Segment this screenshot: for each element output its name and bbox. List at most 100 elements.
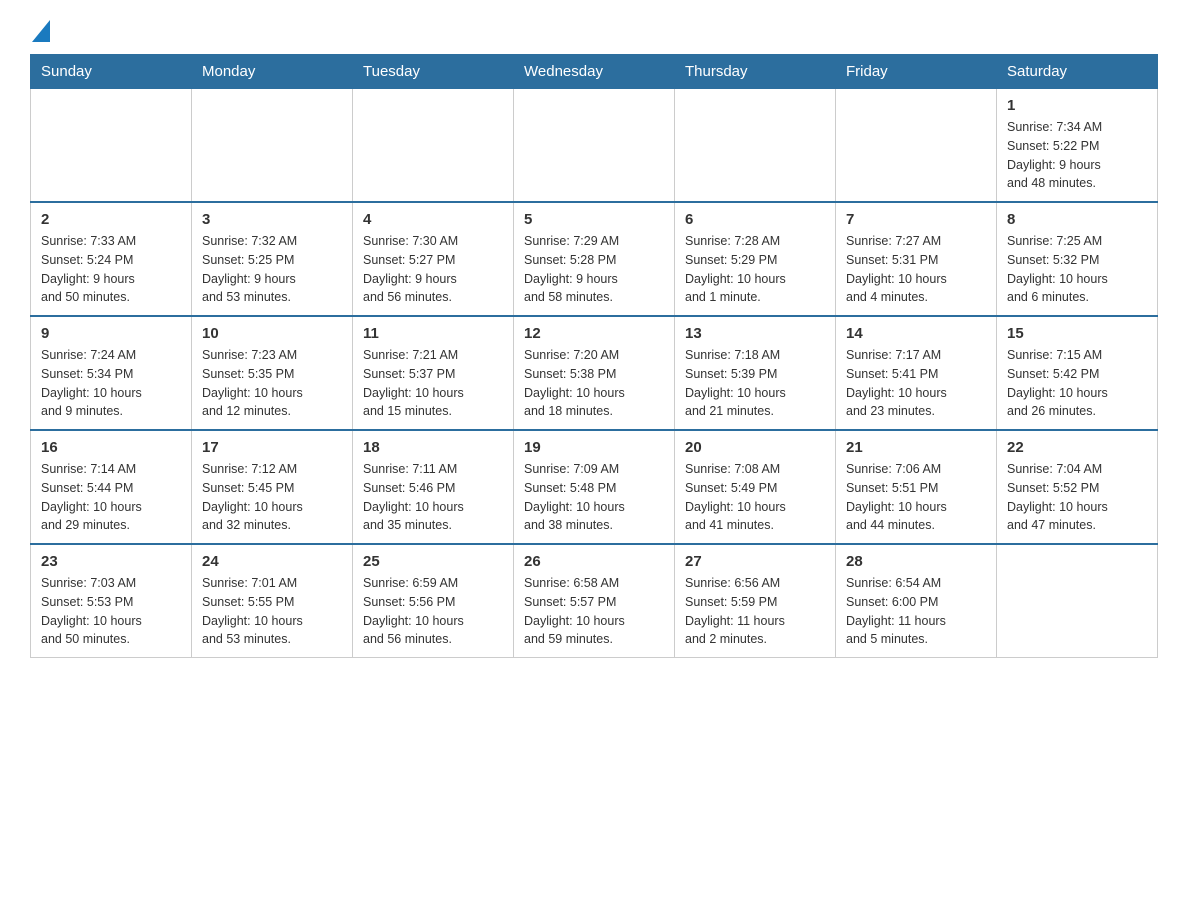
- calendar-cell: 17Sunrise: 7:12 AM Sunset: 5:45 PM Dayli…: [192, 430, 353, 544]
- weekday-header-friday: Friday: [836, 55, 997, 89]
- day-info: Sunrise: 6:58 AM Sunset: 5:57 PM Dayligh…: [524, 574, 664, 649]
- day-number: 23: [41, 553, 181, 570]
- day-info: Sunrise: 6:56 AM Sunset: 5:59 PM Dayligh…: [685, 574, 825, 649]
- day-number: 1: [1007, 97, 1147, 114]
- calendar-cell: 24 Sunrise: 7:01 AM Sunset: 5:55 PM Dayli…: [192, 544, 353, 658]
- day-number: 19: [524, 439, 664, 456]
- day-number: 5: [524, 211, 664, 228]
- calendar-cell: 5 Sunrise: 7:29 AM Sunset: 5:28 PM Daylig…: [514, 202, 675, 316]
- day-info: Sunrise: 7:15 AM Sunset: 5:42 PM Dayligh…: [1007, 346, 1147, 421]
- day-number: 15: [1007, 325, 1147, 342]
- weekday-header-thursday: Thursday: [675, 55, 836, 89]
- day-info: Sunrise: 7:24 AM Sunset: 5:34 PM Dayligh…: [41, 346, 181, 421]
- calendar-cell: 4Sunrise: 7:30 AM Sunset: 5:27 PM Daylig…: [353, 202, 514, 316]
- day-info: Sunrise: 7:14 AM Sunset: 5:44 PM Dayligh…: [41, 460, 181, 535]
- calendar-cell: 23 Sunrise: 7:03 AM Sunset: 5:53 PM Dayli…: [31, 544, 192, 658]
- calendar-cell: 20 Sunrise: 7:08 AM Sunset: 5:49 PM Dayli…: [675, 430, 836, 544]
- weekday-header-wednesday: Wednesday: [514, 55, 675, 89]
- day-number: 11: [363, 325, 503, 342]
- day-number: 10: [202, 325, 342, 342]
- day-info: Sunrise: 7:33 AM Sunset: 5:24 PM Dayligh…: [41, 232, 181, 307]
- day-number: 7: [846, 211, 986, 228]
- day-info: Sunrise: 7:11 AM Sunset: 5:46 PM Dayligh…: [363, 460, 503, 535]
- calendar-cell: 28Sunrise: 6:54 AM Sunset: 6:00 PM Dayli…: [836, 544, 997, 658]
- day-info: Sunrise: 7:34 AM Sunset: 5:22 PM Dayligh…: [1007, 118, 1147, 193]
- calendar-week-row: 2 Sunrise: 7:33 AM Sunset: 5:24 PM Daylig…: [31, 202, 1158, 316]
- day-info: Sunrise: 7:08 AM Sunset: 5:49 PM Dayligh…: [685, 460, 825, 535]
- calendar-week-row: 1 Sunrise: 7:34 AM Sunset: 5:22 PM Daylig…: [31, 89, 1158, 203]
- day-info: Sunrise: 7:04 AM Sunset: 5:52 PM Dayligh…: [1007, 460, 1147, 535]
- day-number: 9: [41, 325, 181, 342]
- calendar-cell: 11 Sunrise: 7:21 AM Sunset: 5:37 PM Dayli…: [353, 316, 514, 430]
- day-info: Sunrise: 7:20 AM Sunset: 5:38 PM Dayligh…: [524, 346, 664, 421]
- day-number: 2: [41, 211, 181, 228]
- day-info: Sunrise: 7:01 AM Sunset: 5:55 PM Dayligh…: [202, 574, 342, 649]
- calendar-cell: 18 Sunrise: 7:11 AM Sunset: 5:46 PM Dayli…: [353, 430, 514, 544]
- day-number: 16: [41, 439, 181, 456]
- calendar-cell: 12 Sunrise: 7:20 AM Sunset: 5:38 PM Dayli…: [514, 316, 675, 430]
- logo: [30, 20, 50, 38]
- calendar-table: SundayMondayTuesdayWednesdayThursdayFrid…: [30, 54, 1158, 658]
- calendar-cell: 2 Sunrise: 7:33 AM Sunset: 5:24 PM Daylig…: [31, 202, 192, 316]
- logo-triangle-icon: [32, 20, 50, 42]
- calendar-cell: [997, 544, 1158, 658]
- day-info: Sunrise: 7:18 AM Sunset: 5:39 PM Dayligh…: [685, 346, 825, 421]
- calendar-cell: 19 Sunrise: 7:09 AM Sunset: 5:48 PM Dayli…: [514, 430, 675, 544]
- calendar-cell: [836, 89, 997, 203]
- calendar-cell: 21 Sunrise: 7:06 AM Sunset: 5:51 PM Dayli…: [836, 430, 997, 544]
- day-number: 13: [685, 325, 825, 342]
- calendar-cell: 6Sunrise: 7:28 AM Sunset: 5:29 PM Daylig…: [675, 202, 836, 316]
- day-number: 25: [363, 553, 503, 570]
- day-info: Sunrise: 7:25 AM Sunset: 5:32 PM Dayligh…: [1007, 232, 1147, 307]
- day-number: 18: [363, 439, 503, 456]
- day-number: 4: [363, 211, 503, 228]
- weekday-header-monday: Monday: [192, 55, 353, 89]
- day-info: Sunrise: 7:03 AM Sunset: 5:53 PM Dayligh…: [41, 574, 181, 649]
- page-header: [30, 20, 1158, 38]
- day-number: 22: [1007, 439, 1147, 456]
- calendar-cell: [675, 89, 836, 203]
- calendar-cell: 26 Sunrise: 6:58 AM Sunset: 5:57 PM Dayli…: [514, 544, 675, 658]
- day-info: Sunrise: 7:23 AM Sunset: 5:35 PM Dayligh…: [202, 346, 342, 421]
- day-info: Sunrise: 7:21 AM Sunset: 5:37 PM Dayligh…: [363, 346, 503, 421]
- day-info: Sunrise: 7:32 AM Sunset: 5:25 PM Dayligh…: [202, 232, 342, 307]
- day-info: Sunrise: 7:27 AM Sunset: 5:31 PM Dayligh…: [846, 232, 986, 307]
- day-info: Sunrise: 6:59 AM Sunset: 5:56 PM Dayligh…: [363, 574, 503, 649]
- calendar-cell: [514, 89, 675, 203]
- weekday-header-saturday: Saturday: [997, 55, 1158, 89]
- day-info: Sunrise: 7:28 AM Sunset: 5:29 PM Dayligh…: [685, 232, 825, 307]
- day-info: Sunrise: 6:54 AM Sunset: 6:00 PM Dayligh…: [846, 574, 986, 649]
- day-number: 27: [685, 553, 825, 570]
- calendar-cell: [192, 89, 353, 203]
- day-number: 8: [1007, 211, 1147, 228]
- weekday-header-row: SundayMondayTuesdayWednesdayThursdayFrid…: [31, 55, 1158, 89]
- calendar-cell: 27 Sunrise: 6:56 AM Sunset: 5:59 PM Dayli…: [675, 544, 836, 658]
- day-info: Sunrise: 7:17 AM Sunset: 5:41 PM Dayligh…: [846, 346, 986, 421]
- calendar-cell: 9 Sunrise: 7:24 AM Sunset: 5:34 PM Daylig…: [31, 316, 192, 430]
- calendar-cell: 8 Sunrise: 7:25 AM Sunset: 5:32 PM Daylig…: [997, 202, 1158, 316]
- calendar-cell: 7 Sunrise: 7:27 AM Sunset: 5:31 PM Daylig…: [836, 202, 997, 316]
- day-number: 20: [685, 439, 825, 456]
- day-info: Sunrise: 7:06 AM Sunset: 5:51 PM Dayligh…: [846, 460, 986, 535]
- calendar-cell: 22 Sunrise: 7:04 AM Sunset: 5:52 PM Dayli…: [997, 430, 1158, 544]
- calendar-cell: 13 Sunrise: 7:18 AM Sunset: 5:39 PM Dayli…: [675, 316, 836, 430]
- day-info: Sunrise: 7:12 AM Sunset: 5:45 PM Dayligh…: [202, 460, 342, 535]
- day-number: 12: [524, 325, 664, 342]
- calendar-week-row: 16 Sunrise: 7:14 AM Sunset: 5:44 PM Dayli…: [31, 430, 1158, 544]
- calendar-cell: 15 Sunrise: 7:15 AM Sunset: 5:42 PM Dayli…: [997, 316, 1158, 430]
- calendar-cell: [353, 89, 514, 203]
- calendar-week-row: 9 Sunrise: 7:24 AM Sunset: 5:34 PM Daylig…: [31, 316, 1158, 430]
- day-number: 24: [202, 553, 342, 570]
- weekday-header-tuesday: Tuesday: [353, 55, 514, 89]
- calendar-cell: 14 Sunrise: 7:17 AM Sunset: 5:41 PM Dayli…: [836, 316, 997, 430]
- day-info: Sunrise: 7:29 AM Sunset: 5:28 PM Dayligh…: [524, 232, 664, 307]
- day-number: 14: [846, 325, 986, 342]
- calendar-cell: [31, 89, 192, 203]
- day-number: 3: [202, 211, 342, 228]
- calendar-cell: 3 Sunrise: 7:32 AM Sunset: 5:25 PM Daylig…: [192, 202, 353, 316]
- day-info: Sunrise: 7:09 AM Sunset: 5:48 PM Dayligh…: [524, 460, 664, 535]
- calendar-cell: 16 Sunrise: 7:14 AM Sunset: 5:44 PM Dayli…: [31, 430, 192, 544]
- day-number: 26: [524, 553, 664, 570]
- day-number: 21: [846, 439, 986, 456]
- calendar-cell: 1 Sunrise: 7:34 AM Sunset: 5:22 PM Daylig…: [997, 89, 1158, 203]
